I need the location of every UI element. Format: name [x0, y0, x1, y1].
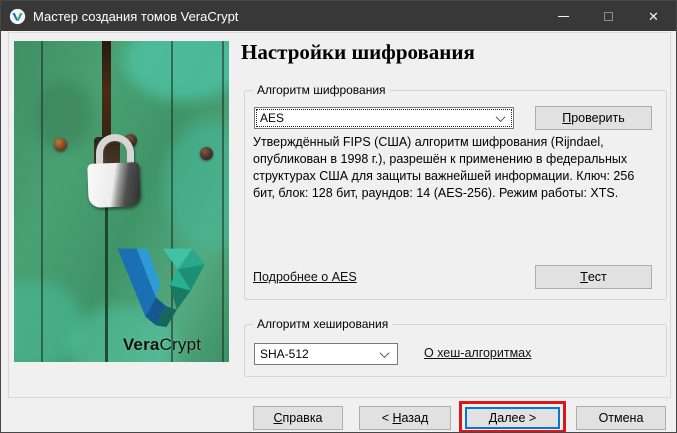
- veracrypt-logo-text: VeraCrypt: [110, 335, 214, 355]
- close-icon: ✕: [648, 10, 659, 23]
- door-photo: VeraCrypt: [14, 41, 229, 362]
- veracrypt-wizard-window: Мастер создания томов VeraCrypt ✕: [0, 0, 677, 433]
- minimize-icon: [558, 16, 569, 17]
- test-button[interactable]: Тест: [535, 265, 652, 289]
- encryption-group-label: Алгоритм шифрования: [253, 83, 390, 97]
- window-controls: ✕: [541, 1, 676, 31]
- veracrypt-logo: [114, 241, 210, 333]
- padlock-icon: [87, 162, 141, 208]
- rivet: [54, 138, 67, 151]
- more-about-aes-link[interactable]: Подробнее о AES: [253, 270, 357, 284]
- hash-algorithm-select[interactable]: SHA-512: [254, 343, 398, 365]
- veracrypt-app-icon: [9, 8, 26, 25]
- plank-seam: [41, 41, 43, 362]
- algorithm-description: Утверждённый FIPS (США) алгоритм шифрова…: [253, 134, 655, 202]
- rivet: [200, 147, 213, 160]
- hash-algorithm-value: SHA-512: [260, 347, 309, 361]
- paint-patch: [124, 41, 229, 101]
- chevron-down-icon: [381, 351, 389, 359]
- close-button[interactable]: ✕: [631, 1, 676, 31]
- next-button[interactable]: Далее >: [465, 407, 560, 429]
- benchmark-button[interactable]: Проверить: [535, 106, 652, 130]
- cancel-button[interactable]: Отмена: [576, 406, 666, 430]
- back-button[interactable]: < Назад: [359, 406, 451, 430]
- help-button[interactable]: Справка: [253, 406, 343, 430]
- hash-group-label: Алгоритм хеширования: [253, 317, 392, 331]
- page-title: Настройки шифрования: [241, 40, 475, 65]
- maximize-button[interactable]: [586, 1, 631, 31]
- encryption-algorithm-value: AES: [260, 111, 284, 125]
- title-bar: Мастер создания томов VeraCrypt ✕: [1, 1, 676, 31]
- plank-seam: [222, 41, 224, 362]
- hash-info-link[interactable]: О хеш-алгоритмах: [424, 346, 531, 360]
- chevron-down-icon: [497, 115, 505, 123]
- window-title: Мастер создания томов VeraCrypt: [33, 9, 238, 24]
- paint-patch: [164, 121, 229, 251]
- encryption-algorithm-select[interactable]: AES: [254, 107, 514, 129]
- minimize-button[interactable]: [541, 1, 586, 31]
- maximize-icon: [604, 12, 613, 21]
